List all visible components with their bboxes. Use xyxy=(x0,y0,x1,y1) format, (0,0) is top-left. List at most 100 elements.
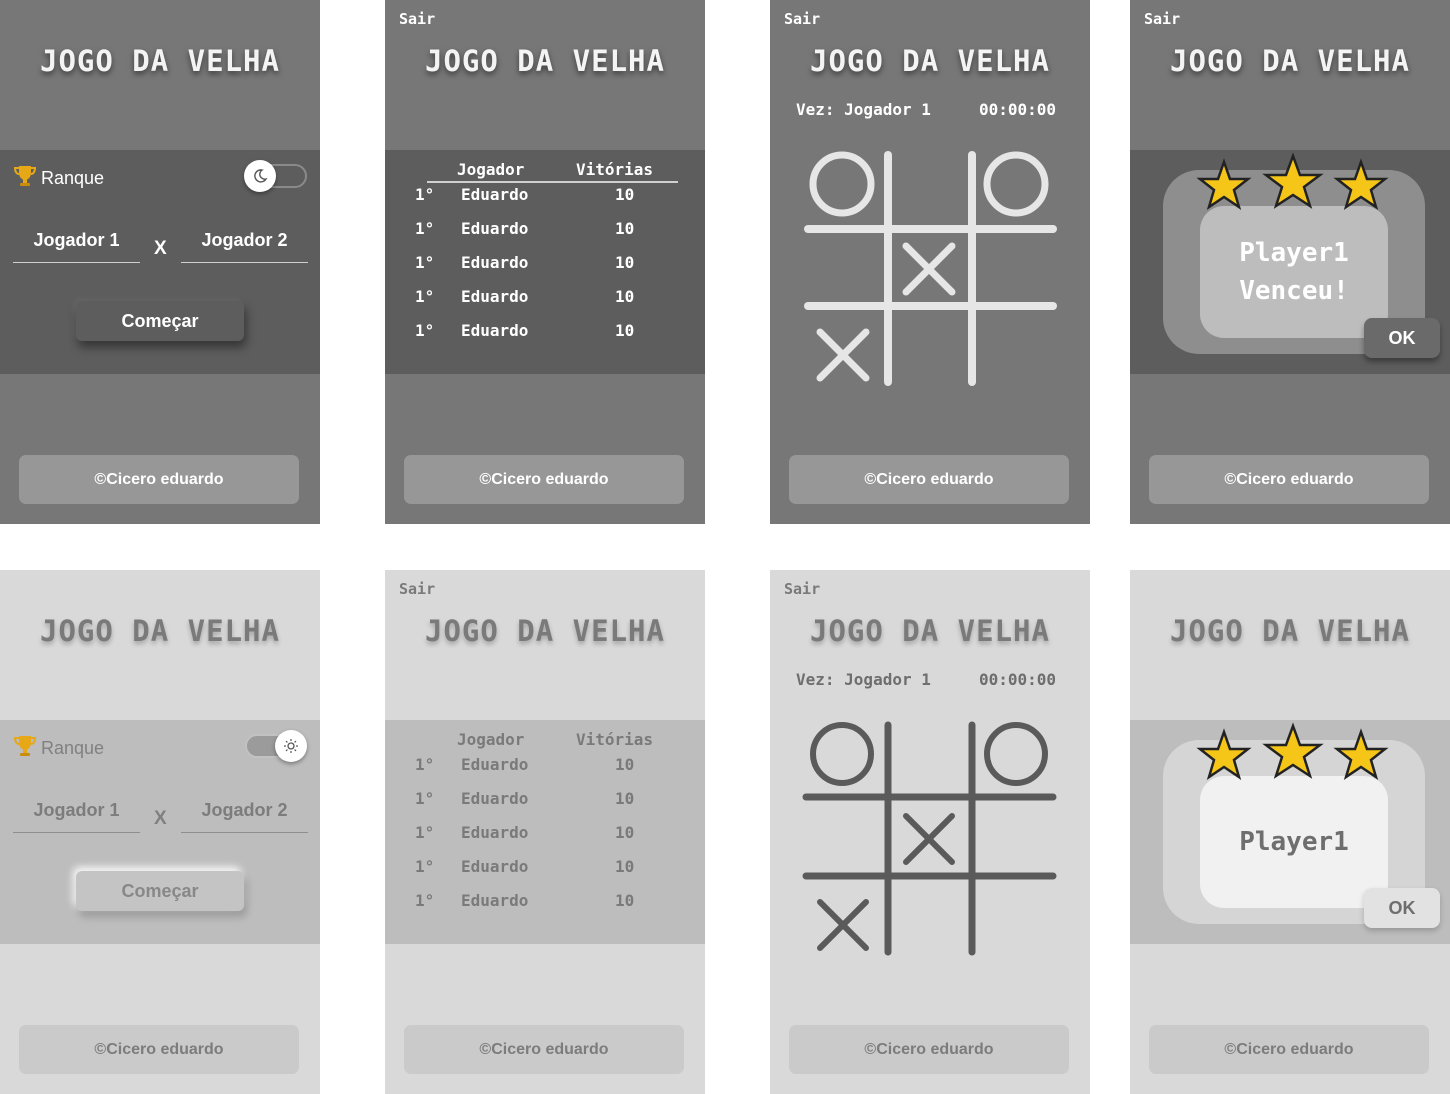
win-panel: Player1 OK xyxy=(1130,720,1450,944)
ranking-table: Jogador Vitórias 1° Eduardo 10 1° Eduard… xyxy=(385,150,705,374)
win-screen-dark: Sair JOGO DA VELHA Player1 Venceu! OK ©C… xyxy=(1130,0,1450,524)
star-icon xyxy=(1196,158,1252,210)
header-wins: Vitórias xyxy=(576,160,654,179)
trophy-icon xyxy=(12,734,38,763)
player2-field[interactable]: Jogador 2 xyxy=(181,230,308,263)
footer: ©Cicero eduardo xyxy=(1149,455,1429,504)
moon-icon xyxy=(244,160,276,192)
row-name: Eduardo xyxy=(461,185,529,204)
row-wins: 10 xyxy=(615,823,635,842)
win-message: Player1 Venceu! xyxy=(1200,206,1388,338)
game-board[interactable] xyxy=(770,0,1090,524)
game-screen-light: Sair JOGO DA VELHA Vez: Jogador 1 00:00:… xyxy=(770,570,1090,1094)
row-name: Eduardo xyxy=(461,789,529,808)
star-icon xyxy=(1333,158,1389,210)
row-position: 1° xyxy=(415,287,435,306)
ok-button[interactable]: OK xyxy=(1364,888,1440,928)
game-title: JOGO DA VELHA xyxy=(1170,614,1410,648)
player1-field[interactable]: Jogador 1 xyxy=(13,230,140,263)
footer: ©Cicero eduardo xyxy=(404,1025,684,1074)
row-wins: 10 xyxy=(615,789,635,808)
cell-0-o-mark xyxy=(809,151,875,217)
ranking-link[interactable]: Ranque xyxy=(12,164,104,193)
row-name: Eduardo xyxy=(461,891,529,910)
exit-link[interactable]: Sair xyxy=(1144,10,1180,28)
row-wins: 10 xyxy=(615,219,635,238)
trophy-icon xyxy=(12,164,38,193)
exit-link[interactable]: Sair xyxy=(399,10,435,28)
footer: ©Cicero eduardo xyxy=(1149,1025,1429,1074)
header-player: Jogador xyxy=(457,730,525,749)
row-position: 1° xyxy=(415,219,435,238)
win-screen-light: JOGO DA VELHA Player1 OK ©Cicero eduardo xyxy=(1130,570,1450,1094)
game-screen-dark: Sair JOGO DA VELHA Vez: Jogador 1 00:00:… xyxy=(770,0,1090,524)
ok-button[interactable]: OK xyxy=(1364,318,1440,358)
row-wins: 10 xyxy=(615,287,635,306)
footer: ©Cicero eduardo xyxy=(404,455,684,504)
start-button[interactable]: Começar xyxy=(76,871,244,911)
row-name: Eduardo xyxy=(461,287,529,306)
sun-icon xyxy=(275,730,307,762)
game-board[interactable] xyxy=(770,570,1090,1094)
versus-label: X xyxy=(154,238,167,259)
exit-link[interactable]: Sair xyxy=(399,580,435,598)
header-divider xyxy=(427,181,678,183)
footer: ©Cicero eduardo xyxy=(19,455,299,504)
row-name: Eduardo xyxy=(461,755,529,774)
row-wins: 10 xyxy=(615,891,635,910)
cell-2-o-mark xyxy=(983,151,1049,217)
row-name: Eduardo xyxy=(461,857,529,876)
ranking-label: Ranque xyxy=(41,738,105,758)
row-wins: 10 xyxy=(615,857,635,876)
win-message: Player1 xyxy=(1200,776,1388,908)
ranking-screen-light: Sair JOGO DA VELHA Jogador Vitórias 1° E… xyxy=(385,570,705,1094)
home-panel: Ranque Jogador 1 X Jogador 2 Começar xyxy=(0,150,320,374)
player2-field[interactable]: Jogador 2 xyxy=(181,800,308,833)
row-position: 1° xyxy=(415,857,435,876)
home-screen-light: JOGO DA VELHA Ranque Jogador 1 X Jogador… xyxy=(0,570,320,1094)
ranking-link[interactable]: Ranque xyxy=(12,734,104,763)
row-position: 1° xyxy=(415,823,435,842)
star-icon xyxy=(1262,722,1324,779)
row-position: 1° xyxy=(415,755,435,774)
star-icon xyxy=(1333,728,1389,780)
star-icon xyxy=(1262,152,1324,209)
row-wins: 10 xyxy=(615,185,635,204)
win-panel: Player1 Venceu! OK xyxy=(1130,150,1450,374)
row-name: Eduardo xyxy=(461,823,529,842)
player1-field[interactable]: Jogador 1 xyxy=(13,800,140,833)
home-panel: Ranque Jogador 1 X Jogador 2 Começar xyxy=(0,720,320,944)
row-position: 1° xyxy=(415,891,435,910)
row-wins: 10 xyxy=(615,755,635,774)
footer: ©Cicero eduardo xyxy=(789,455,1069,504)
footer: ©Cicero eduardo xyxy=(19,1025,299,1074)
game-title: JOGO DA VELHA xyxy=(1170,44,1410,78)
ranking-screen-dark: Sair JOGO DA VELHA Jogador Vitórias 1° E… xyxy=(385,0,705,524)
row-wins: 10 xyxy=(615,253,635,272)
ranking-table: Jogador Vitórias 1° Eduardo 10 1° Eduard… xyxy=(385,720,705,944)
star-icon xyxy=(1196,728,1252,780)
header-player: Jogador xyxy=(457,160,525,179)
theme-toggle[interactable] xyxy=(244,160,307,192)
row-name: Eduardo xyxy=(461,253,529,272)
game-title: JOGO DA VELHA xyxy=(40,614,280,648)
start-button[interactable]: Começar xyxy=(76,301,244,341)
cell-2-o-mark xyxy=(984,722,1048,786)
header-wins: Vitórias xyxy=(576,730,654,749)
win-text: Venceu! xyxy=(1239,276,1349,306)
row-position: 1° xyxy=(415,321,435,340)
row-position: 1° xyxy=(415,185,435,204)
footer: ©Cicero eduardo xyxy=(789,1025,1069,1074)
row-name: Eduardo xyxy=(461,321,529,340)
home-screen-dark: JOGO DA VELHA Ranque Jogador 1 X Jogador… xyxy=(0,0,320,524)
row-wins: 10 xyxy=(615,321,635,340)
versus-label: X xyxy=(154,808,167,829)
row-position: 1° xyxy=(415,789,435,808)
theme-toggle[interactable] xyxy=(245,730,307,762)
cell-0-o-mark xyxy=(810,722,874,786)
game-title: JOGO DA VELHA xyxy=(40,44,280,78)
game-title: JOGO DA VELHA xyxy=(425,44,665,78)
row-position: 1° xyxy=(415,253,435,272)
winner-name: Player1 xyxy=(1239,827,1349,857)
stars xyxy=(1196,152,1389,210)
